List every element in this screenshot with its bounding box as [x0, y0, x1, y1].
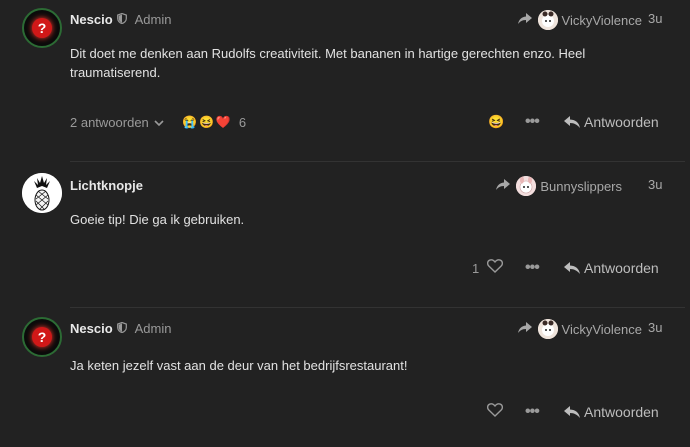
more-options-icon[interactable]: •••: [525, 403, 540, 421]
post-age[interactable]: 3u: [648, 11, 662, 26]
username[interactable]: Nescio: [70, 12, 113, 27]
user-role: Admin: [134, 11, 172, 27]
avatar[interactable]: ?: [22, 8, 62, 48]
reply-arrow-icon: [517, 12, 532, 28]
replies-count: 2 antwoorden: [70, 114, 149, 130]
username[interactable]: Nescio: [70, 321, 113, 336]
post-meta: Nescio Admin: [70, 320, 172, 336]
avatar: [537, 319, 558, 339]
emoji-laughing: 😆: [198, 115, 214, 129]
post-meta: Nescio Admin: [70, 11, 172, 27]
emoji-crying: 😭: [182, 115, 197, 129]
avatar[interactable]: [22, 173, 62, 213]
reply-label: Antwoorden: [584, 260, 659, 276]
reply-button[interactable]: Antwoorden: [564, 404, 659, 420]
emoji-heart: ❤️: [215, 115, 231, 129]
reply-label: Antwoorden: [584, 404, 659, 420]
heart-icon[interactable]: [486, 402, 504, 422]
post-divider: [70, 161, 685, 162]
post-divider: [70, 307, 685, 308]
reply-to-username: VickyViolence: [561, 12, 642, 28]
more-options-icon[interactable]: •••: [525, 259, 540, 277]
like-count[interactable]: 1: [472, 261, 479, 276]
reply-button[interactable]: Antwoorden: [564, 260, 659, 276]
avatar: [537, 10, 558, 30]
react-button[interactable]: 😆: [488, 114, 504, 130]
reply-to[interactable]: VickyViolence: [517, 10, 642, 30]
reply-to-username: VickyViolence: [561, 321, 642, 337]
reply-arrow-icon: [517, 321, 532, 337]
post-age[interactable]: 3u: [648, 320, 662, 335]
reply-label: Antwoorden: [584, 114, 659, 130]
heart-icon[interactable]: [486, 258, 504, 278]
post-meta: Lichtknopje: [70, 177, 143, 193]
reactions-summary[interactable]: 😭 😆 ❤️ 6: [182, 115, 246, 130]
avatar: [516, 176, 537, 196]
user-role: Admin: [134, 320, 172, 336]
reply-icon: [564, 115, 580, 128]
show-replies-button[interactable]: 2 antwoorden: [70, 115, 164, 130]
post-age[interactable]: 3u: [648, 177, 662, 192]
chevron-down-icon: [154, 115, 164, 130]
reaction-count: 6: [238, 114, 247, 130]
reply-button[interactable]: Antwoorden: [564, 114, 659, 130]
shield-icon: [116, 12, 127, 27]
reply-to[interactable]: Bunnyslippers: [496, 176, 622, 196]
reply-to-username: Bunnyslippers: [540, 178, 622, 194]
post-content: Dit doet me denken aan Rudolfs creativit…: [70, 46, 586, 80]
post: ? Nescio Admin VickyViolence 3u Ja keten…: [0, 309, 690, 447]
reply-arrow-icon: [496, 178, 511, 194]
shield-icon: [116, 321, 127, 336]
more-options-icon[interactable]: •••: [525, 113, 540, 131]
reply-icon: [564, 261, 580, 274]
post-content: Goeie tip! Die ga ik gebruiken.: [70, 212, 245, 227]
post: Lichtknopje Bunnyslippers 3u Goeie tip! …: [0, 163, 690, 308]
reply-icon: [564, 405, 580, 418]
avatar[interactable]: ?: [22, 317, 62, 357]
post: ? Nescio Admin VickyViolence 3u Dit doet…: [0, 0, 690, 162]
username[interactable]: Lichtknopje: [70, 178, 143, 193]
post-content: Ja keten jezelf vast aan de deur van het…: [70, 358, 408, 373]
reply-to[interactable]: VickyViolence: [517, 319, 642, 339]
